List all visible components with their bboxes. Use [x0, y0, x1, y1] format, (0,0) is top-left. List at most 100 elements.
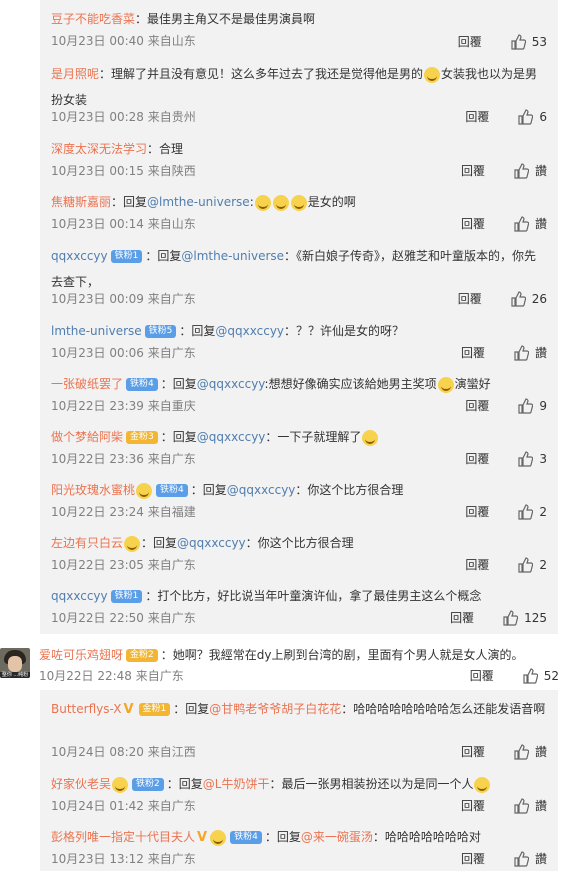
- comment-username[interactable]: 一张破纸罢了: [51, 377, 123, 391]
- comment-item: 左边有只白云 ：回复@qqxxccyy：你这个比方很合理 10月22日 23:05…: [51, 530, 551, 572]
- comment-item: 做个梦給阿柴 金粉3 ：回复@qqxxccyy：一下子就理解了 10月22日 23:…: [51, 424, 551, 466]
- like-button[interactable]: 讚: [513, 796, 547, 816]
- comment-time: 10月23日 00:15: [51, 164, 144, 178]
- comment-location: 来自福建: [147, 505, 196, 519]
- comment-username[interactable]: 焦糖斯嘉丽: [51, 195, 111, 209]
- comment-item: 好家伙老吴 铁粉2 ：回复@L牛奶饼干：最后一张男相装扮还以为是同一个人 10月24…: [51, 771, 551, 813]
- comment-actions: 回覆 6: [465, 107, 547, 127]
- comment-actions: 回覆 2: [465, 502, 547, 522]
- mention-link[interactable]: @qqxxccyy: [197, 377, 265, 391]
- reply-button[interactable]: 回覆: [465, 555, 489, 575]
- reply-button[interactable]: 回覆: [465, 107, 489, 127]
- avatar[interactable]: 整你 ...纯粉: [0, 648, 30, 678]
- like-button[interactable]: 讚: [513, 849, 547, 869]
- like-count: 52: [543, 669, 559, 683]
- like-count: 讚: [534, 164, 547, 178]
- thumbs-up-icon: [518, 451, 534, 467]
- like-count: 26: [531, 292, 547, 306]
- comment-time: 10月23日 00:14: [51, 217, 144, 231]
- comment-time: 10月22日 23:39: [51, 399, 144, 413]
- reply-button[interactable]: 回覆: [461, 796, 485, 816]
- comment-location: 来自广东: [147, 452, 196, 466]
- comment-username[interactable]: qqxxccyy: [51, 249, 108, 263]
- fan-badge: 铁粉2: [132, 778, 164, 791]
- comment-time: 10月23日 00:28: [51, 110, 144, 124]
- reply-button[interactable]: 回覆: [461, 161, 485, 181]
- like-button[interactable]: 26: [510, 289, 547, 309]
- avatar-caption: 整你 ...纯粉: [0, 672, 30, 678]
- like-button[interactable]: 52: [522, 666, 559, 686]
- like-button[interactable]: 53: [510, 32, 547, 52]
- comment-time: 10月23日 00:06: [51, 346, 144, 360]
- reply-button[interactable]: 回覆: [470, 666, 494, 686]
- comment-actions: 回覆 53: [458, 32, 547, 52]
- comment-username[interactable]: Butterflys-X: [51, 702, 121, 716]
- like-button[interactable]: 讚: [513, 214, 547, 234]
- comment-username[interactable]: 好家伙老吴: [51, 777, 111, 791]
- reply-button[interactable]: 回覆: [465, 449, 489, 469]
- comment-username[interactable]: qqxxccyy: [51, 589, 108, 603]
- thumbs-up-icon: [514, 163, 529, 179]
- comment-username[interactable]: 阳光玫瑰水蜜桃: [51, 483, 135, 497]
- comment-text: ：理解了并且没有意见！这么多年过去了我还是觉得他是男的: [99, 67, 424, 81]
- mention-link[interactable]: @qqxxccyy: [177, 536, 246, 550]
- reply-button[interactable]: 回覆: [465, 502, 489, 522]
- thumbs-up-icon: [518, 557, 534, 573]
- like-count: 讚: [534, 745, 547, 759]
- comment-username[interactable]: 深度太深无法学习: [51, 142, 147, 156]
- mention-link[interactable]: @lmthe-universe: [147, 195, 250, 209]
- mention-link[interactable]: @qqxxccyy: [227, 483, 296, 497]
- reply-prefix: ：回复: [179, 324, 216, 338]
- comment-time: 10月22日 22:50: [51, 611, 144, 625]
- mention-link[interactable]: @qqxxccyy: [197, 430, 266, 444]
- comment-location: 来自广东: [147, 852, 196, 866]
- colon: :: [249, 195, 254, 209]
- comment-username[interactable]: 豆子不能吃香菜: [51, 12, 135, 26]
- laugh-emoji-icon: [362, 429, 379, 446]
- comment-actions: 回覆 52: [470, 666, 559, 686]
- like-button[interactable]: 9: [517, 396, 547, 416]
- fan-badge: 铁粉1: [110, 250, 143, 263]
- like-count: 2: [539, 505, 547, 519]
- comment-username[interactable]: 是月照呢: [51, 67, 99, 81]
- like-count: 3: [539, 452, 547, 466]
- reply-button[interactable]: 回覆: [461, 849, 485, 869]
- comment-text: ：合理: [147, 142, 184, 156]
- comment-text: ：打个比方，好比说当年叶童演许仙，拿了最佳男主这么个概念: [145, 589, 482, 603]
- reply-button[interactable]: 回覆: [458, 289, 482, 309]
- comment-username[interactable]: 爱咗可乐鸡翅呀: [39, 648, 123, 662]
- like-button[interactable]: 3: [517, 449, 547, 469]
- thumbs-up-icon: [514, 851, 529, 867]
- mention-link[interactable]: @qqxxccyy: [215, 324, 284, 338]
- comment-username[interactable]: 做个梦給阿柴: [51, 430, 123, 444]
- comment-item: 深度太深无法学习：合理 10月23日 00:15 来自陕西: [51, 136, 551, 178]
- like-button[interactable]: 讚: [513, 161, 547, 181]
- like-count: 讚: [534, 799, 547, 813]
- comment-username[interactable]: lmthe-universe: [51, 324, 142, 338]
- laugh-emoji-icon: [424, 66, 441, 83]
- like-button[interactable]: 2: [517, 555, 547, 575]
- like-button[interactable]: 讚: [513, 742, 547, 762]
- mention-link[interactable]: @lmthe-universe: [181, 249, 284, 263]
- reply-button[interactable]: 回覆: [461, 343, 485, 363]
- mention-link[interactable]: @L牛奶饼干: [203, 777, 270, 791]
- comment-username[interactable]: 左边有只白云: [51, 536, 123, 550]
- comment-item: 彭格列唯一指定十代目夫人 V 铁粉4 ：回复@来一碗蛋汤：哈哈哈哈哈哈哈对 10月23…: [51, 824, 551, 866]
- mention-link[interactable]: @甘鸭老爷爷胡子白花花: [209, 702, 341, 716]
- reply-button[interactable]: 回覆: [461, 742, 485, 762]
- comment-username[interactable]: 彭格列唯一指定十代目夫人: [51, 830, 195, 844]
- comment-location: 来自广东: [147, 611, 196, 625]
- reply-button[interactable]: 回覆: [450, 608, 474, 628]
- like-button[interactable]: 2: [517, 502, 547, 522]
- reply-button[interactable]: 回覆: [461, 214, 485, 234]
- like-button[interactable]: 讚: [513, 343, 547, 363]
- verified-v-icon: V: [197, 829, 208, 845]
- mention-link[interactable]: @来一碗蛋汤: [301, 830, 373, 844]
- comment-text-2: 演蠻好: [454, 377, 491, 391]
- comment-item: 阳光玫瑰水蜜桃 铁粉4 ：回复@qqxxccyy：你这个比方很合理 10月22日 2…: [51, 477, 551, 519]
- like-button[interactable]: 6: [517, 107, 547, 127]
- comment-location: 来自广东: [147, 346, 196, 360]
- like-button[interactable]: 125: [502, 608, 547, 628]
- reply-button[interactable]: 回覆: [458, 32, 482, 52]
- reply-button[interactable]: 回覆: [465, 396, 489, 416]
